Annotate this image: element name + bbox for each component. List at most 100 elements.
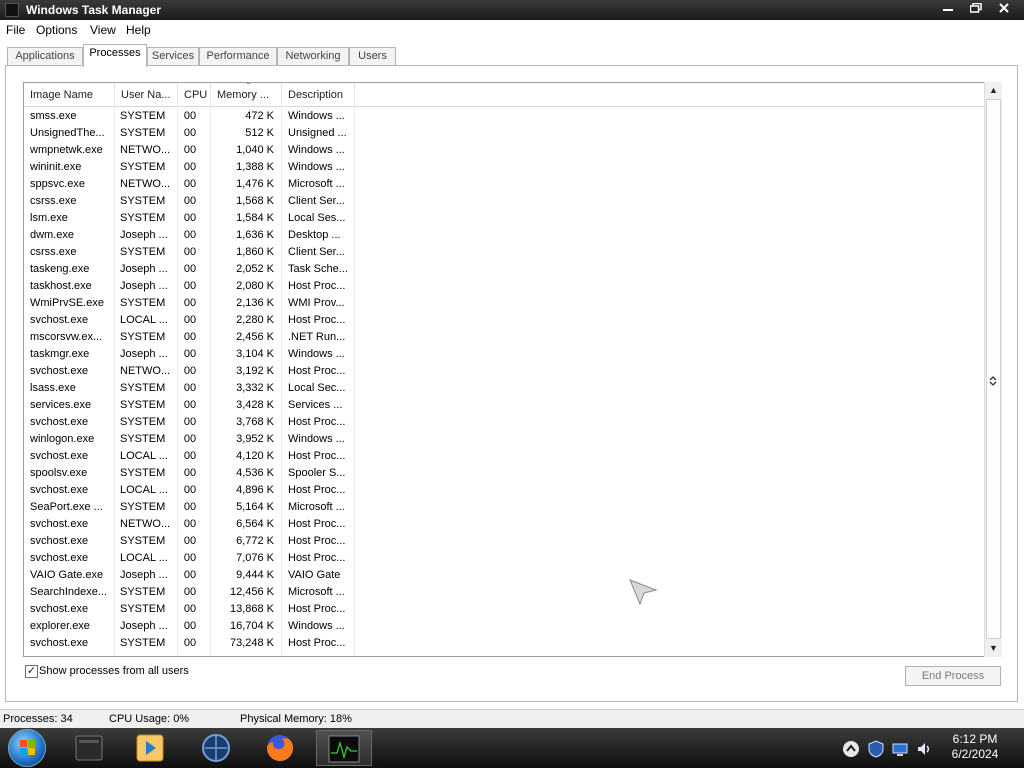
cell-user-name: SYSTEM: [120, 127, 166, 139]
process-row[interactable]: wininit.exe SYSTEM 00 1,388 K Windows ...: [24, 159, 984, 176]
process-row[interactable]: UnsignedThe... SYSTEM 00 512 K Unsigned ...: [24, 125, 984, 142]
process-row[interactable]: svchost.exe NETWO... 00 3,192 K Host Proc...: [24, 363, 984, 380]
menu-bar: File Options View Help: [0, 20, 1024, 40]
process-row[interactable]: svchost.exe LOCAL ... 00 2,280 K Host Proc..…: [24, 312, 984, 329]
cell-cpu: 00: [183, 314, 197, 326]
process-row[interactable]: spoolsv.exe SYSTEM 00 4,536 K Spooler S...: [24, 465, 984, 482]
cell-image-name: wmpnetwk.exe: [30, 144, 103, 156]
cell-user-name: SYSTEM: [120, 246, 166, 258]
network-icon[interactable]: [891, 740, 909, 758]
process-row[interactable]: sppsvc.exe NETWO... 00 1,476 K Microsoft ...: [24, 176, 984, 193]
column-user-name[interactable]: User Na...: [115, 83, 178, 107]
tab-performance[interactable]: Performance: [199, 47, 277, 66]
menu-file[interactable]: File: [6, 23, 25, 37]
process-row[interactable]: csrss.exe SYSTEM 00 1,568 K Client Ser...: [24, 193, 984, 210]
cell-description: Windows ...: [288, 620, 345, 632]
process-row[interactable]: winlogon.exe SYSTEM 00 3,952 K Windows ...: [24, 431, 984, 448]
cell-description: Windows ...: [288, 348, 345, 360]
process-row[interactable]: VAIO Gate.exe Joseph ... 00 9,444 K VAIO Gat…: [24, 567, 984, 584]
end-process-button[interactable]: End Process: [905, 666, 1001, 686]
process-row[interactable]: dwm.exe Joseph ... 00 1,636 K Desktop ...: [24, 227, 984, 244]
column-cpu[interactable]: CPU: [178, 83, 211, 107]
process-list[interactable]: Image Name User Na... CPU Memory ... Des…: [23, 82, 1002, 657]
cell-user-name: Joseph ...: [120, 263, 168, 275]
scroll-down-icon[interactable]: ▼: [985, 640, 1002, 657]
process-row[interactable]: svchost.exe SYSTEM 00 73,248 K Host Proc...: [24, 635, 984, 652]
tab-networking[interactable]: Networking: [277, 47, 349, 66]
process-row[interactable]: taskhost.exe Joseph ... 00 2,080 K Host Proc…: [24, 278, 984, 295]
process-row[interactable]: svchost.exe NETWO... 00 6,564 K Host Proc...: [24, 516, 984, 533]
media-player-icon[interactable]: [122, 730, 178, 766]
process-row[interactable]: svchost.exe SYSTEM 00 6,772 K Host Proc...: [24, 533, 984, 550]
process-row[interactable]: smss.exe SYSTEM 00 472 K Windows ...: [24, 108, 984, 125]
cell-description: WMI Prov...: [288, 297, 345, 309]
cell-description: Host Proc...: [288, 314, 346, 326]
minimize-icon[interactable]: [935, 3, 961, 18]
process-row[interactable]: lsm.exe SYSTEM 00 1,584 K Local Ses...: [24, 210, 984, 227]
cell-cpu: 00: [183, 586, 197, 598]
cell-memory: 2,052 K: [236, 263, 274, 275]
cell-cpu: 00: [183, 365, 197, 377]
process-row[interactable]: csrss.exe SYSTEM 00 1,860 K Client Ser...: [24, 244, 984, 261]
file-manager-icon[interactable]: [62, 730, 118, 766]
process-row[interactable]: svchost.exe SYSTEM 00 13,868 K Host Proc...: [24, 601, 984, 618]
menu-options[interactable]: Options: [36, 23, 77, 37]
cell-user-name: Joseph ...: [120, 348, 168, 360]
firefox-icon[interactable]: [252, 730, 308, 766]
process-row[interactable]: services.exe SYSTEM 00 3,428 K Services ...: [24, 397, 984, 414]
show-all-users-checkbox[interactable]: ✓: [25, 665, 38, 678]
cell-image-name: svchost.exe: [30, 552, 89, 564]
status-physical-memory: Physical Memory: 18%: [240, 713, 352, 725]
cell-description: Host Proc...: [288, 365, 346, 377]
cell-image-name: svchost.exe: [30, 416, 89, 428]
process-row[interactable]: taskmgr.exe Joseph ... 00 3,104 K Windows ..…: [24, 346, 984, 363]
vertical-scrollbar[interactable]: ▲ ▼: [984, 82, 1002, 657]
volume-icon[interactable]: [915, 740, 933, 758]
cell-description: Microsoft ...: [288, 586, 345, 598]
network-app-icon[interactable]: [188, 730, 244, 766]
process-row[interactable]: SearchIndexe... SYSTEM 00 12,456 K Microsoft…: [24, 584, 984, 601]
cell-image-name: svchost.exe: [30, 365, 89, 377]
scroll-thumb[interactable]: [986, 99, 1001, 639]
tab-applications[interactable]: Applications: [7, 47, 83, 66]
maximize-icon[interactable]: [963, 2, 989, 18]
process-row[interactable]: wmpnetwk.exe NETWO... 00 1,040 K Windows ...: [24, 142, 984, 159]
process-row[interactable]: svchost.exe LOCAL ... 00 7,076 K Host Proc..…: [24, 550, 984, 567]
process-row[interactable]: WmiPrvSE.exe SYSTEM 00 2,136 K WMI Prov...: [24, 295, 984, 312]
column-description[interactable]: Description: [282, 83, 355, 107]
tab-strip: Applications Processes Services Performa…: [0, 40, 1024, 67]
cell-image-name: mscorsvw.ex...: [30, 331, 103, 343]
cell-cpu: 00: [183, 467, 197, 479]
scroll-up-icon[interactable]: ▲: [985, 82, 1002, 99]
show-hidden-icons-icon[interactable]: [842, 740, 860, 758]
process-row[interactable]: lsass.exe SYSTEM 00 3,332 K Local Sec...: [24, 380, 984, 397]
process-row[interactable]: explorer.exe Joseph ... 00 16,704 K Windows …: [24, 618, 984, 635]
security-shield-icon[interactable]: [867, 740, 885, 758]
cell-user-name: NETWO...: [120, 365, 171, 377]
menu-view[interactable]: View: [90, 23, 116, 37]
tab-processes[interactable]: Processes: [83, 44, 147, 67]
task-manager-icon[interactable]: [316, 730, 372, 766]
start-orb-icon[interactable]: [8, 729, 46, 767]
close-icon[interactable]: [991, 3, 1017, 18]
cell-memory: 4,536 K: [236, 467, 274, 479]
cell-memory: 1,476 K: [236, 178, 274, 190]
cell-image-name: svchost.exe: [30, 484, 89, 496]
process-row[interactable]: taskeng.exe Joseph ... 00 2,052 K Task Sche.…: [24, 261, 984, 278]
menu-help[interactable]: Help: [126, 23, 151, 37]
process-row[interactable]: SeaPort.exe ... SYSTEM 00 5,164 K Microsoft …: [24, 499, 984, 516]
process-row[interactable]: svchost.exe SYSTEM 00 3,768 K Host Proc...: [24, 414, 984, 431]
cell-memory: 1,040 K: [236, 144, 274, 156]
cell-memory: 3,332 K: [236, 382, 274, 394]
column-image-name[interactable]: Image Name: [24, 83, 115, 107]
cell-memory: 13,868 K: [229, 603, 274, 615]
tab-users[interactable]: Users: [349, 47, 396, 66]
taskbar-clock[interactable]: 6:12 PM 6/2/2024: [942, 732, 1008, 762]
cell-image-name: taskmgr.exe: [30, 348, 90, 360]
cell-image-name: csrss.exe: [30, 195, 77, 207]
tab-services[interactable]: Services: [147, 47, 199, 66]
process-row[interactable]: svchost.exe LOCAL ... 00 4,120 K Host Proc..…: [24, 448, 984, 465]
process-row[interactable]: mscorsvw.ex... SYSTEM 00 2,456 K .NET Run...: [24, 329, 984, 346]
column-memory[interactable]: Memory ...: [211, 83, 282, 107]
process-row[interactable]: svchost.exe LOCAL ... 00 4,896 K Host Proc..…: [24, 482, 984, 499]
